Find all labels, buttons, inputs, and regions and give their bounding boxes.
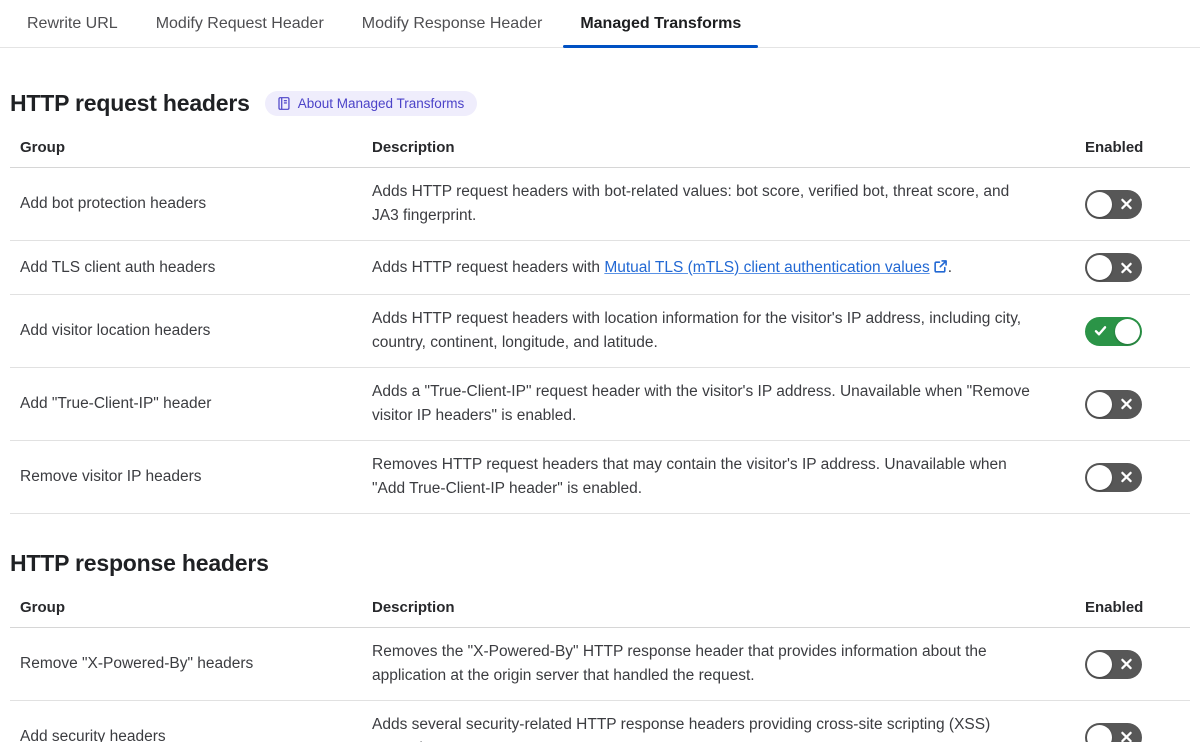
description-cell: Adds a "True-Client-IP" request header w… (372, 367, 1075, 441)
description-text: Adds a "True-Client-IP" request header w… (372, 383, 1030, 424)
response-headers-section-head: HTTP response headers (10, 550, 1190, 577)
table-row: Add TLS client auth headers Adds HTTP req… (10, 240, 1190, 295)
description-text: Adds HTTP request headers with bot-relat… (372, 183, 1010, 224)
toggle-knob (1087, 464, 1112, 490)
description-text: Adds several security-related HTTP respo… (372, 716, 991, 742)
toggle-remove-visitor-ip-headers[interactable] (1085, 462, 1142, 492)
toggle-knob (1087, 191, 1112, 217)
toggle-knob (1087, 255, 1112, 280)
group-cell: Add "True-Client-IP" header (10, 367, 372, 441)
table-header-row: Group Description Enabled (10, 589, 1190, 628)
response-headers-table: Group Description Enabled Remove "X-Powered… (10, 589, 1190, 742)
description-text: Adds HTTP request headers with location … (372, 310, 1022, 351)
group-cell: Remove "X-Powered-By" headers (10, 627, 372, 701)
column-header-description: Description (372, 589, 1075, 628)
column-header-description: Description (372, 129, 1075, 168)
description-text: Adds HTTP request headers with (372, 258, 605, 276)
table-row: Add bot protection headers Adds HTTP requ… (10, 167, 1190, 241)
toggle-knob (1087, 724, 1112, 742)
description-text: . (947, 258, 953, 276)
group-cell: Add visitor location headers (10, 294, 372, 368)
about-managed-transforms-link[interactable]: About Managed Transforms (264, 91, 478, 116)
table-row: Add "True-Client-IP" header Adds a "True-… (10, 367, 1190, 441)
tab-managed-transforms[interactable]: Managed Transforms (563, 0, 759, 48)
toggle-knob (1087, 651, 1112, 677)
toggle-knob (1115, 318, 1140, 344)
group-cell: Add security headers (10, 700, 372, 742)
request-headers-title: HTTP request headers (10, 90, 250, 116)
column-header-group: Group (10, 129, 372, 168)
toggle-add-true-client-ip-header[interactable] (1085, 389, 1142, 419)
column-header-group: Group (10, 589, 372, 628)
description-cell: Adds several security-related HTTP respo… (372, 700, 1075, 742)
toggle-add-tls-client-auth-headers[interactable] (1085, 253, 1142, 282)
column-header-enabled: Enabled (1075, 589, 1190, 628)
column-header-enabled: Enabled (1075, 129, 1190, 168)
table-row: Remove "X-Powered-By" headers Removes the… (10, 627, 1190, 701)
toggle-remove-x-powered-by-headers[interactable] (1085, 649, 1142, 679)
description-text: Removes HTTP request headers that may co… (372, 456, 1007, 497)
tab-bar: Rewrite URL Modify Request Header Modify R… (0, 0, 1200, 48)
external-link-icon (934, 259, 947, 273)
description-cell: Adds HTTP request headers with bot-relat… (372, 167, 1075, 241)
toggle-add-security-headers[interactable] (1085, 722, 1142, 742)
table-row: Add security headers Adds several securit… (10, 700, 1190, 742)
table-row: Remove visitor IP headers Removes HTTP re… (10, 440, 1190, 514)
tab-rewrite-url[interactable]: Rewrite URL (10, 0, 135, 47)
tab-modify-response-header[interactable]: Modify Response Header (345, 0, 560, 47)
group-cell: Remove visitor IP headers (10, 440, 372, 514)
description-cell: Adds HTTP request headers with location … (372, 294, 1075, 368)
book-icon (276, 96, 291, 111)
table-header-row: Group Description Enabled (10, 129, 1190, 168)
group-cell: Add bot protection headers (10, 167, 372, 241)
description-cell: Removes the "X-Powered-By" HTTP response… (372, 627, 1075, 701)
about-managed-transforms-label: About Managed Transforms (297, 96, 465, 111)
description-cell: Removes HTTP request headers that may co… (372, 440, 1075, 514)
toggle-add-bot-protection-headers[interactable] (1085, 189, 1142, 219)
response-headers-title: HTTP response headers (10, 550, 269, 576)
request-headers-section-head: HTTP request headers About Managed Trans… (10, 90, 1190, 117)
request-headers-table: Group Description Enabled Add bot protectio… (10, 129, 1190, 514)
managed-transforms-page: HTTP request headers About Managed Trans… (0, 90, 1200, 742)
description-link[interactable]: Mutual TLS (mTLS) client authentication … (604, 259, 929, 276)
description-text: Removes the "X-Powered-By" HTTP response… (372, 643, 987, 684)
toggle-knob (1087, 391, 1112, 417)
group-cell: Add TLS client auth headers (10, 240, 372, 295)
description-cell: Adds HTTP request headers with Mutual TL… (372, 240, 1075, 295)
table-row: Add visitor location headers Adds HTTP re… (10, 294, 1190, 368)
tab-modify-request-header[interactable]: Modify Request Header (139, 0, 341, 47)
toggle-add-visitor-location-headers[interactable] (1085, 316, 1142, 346)
